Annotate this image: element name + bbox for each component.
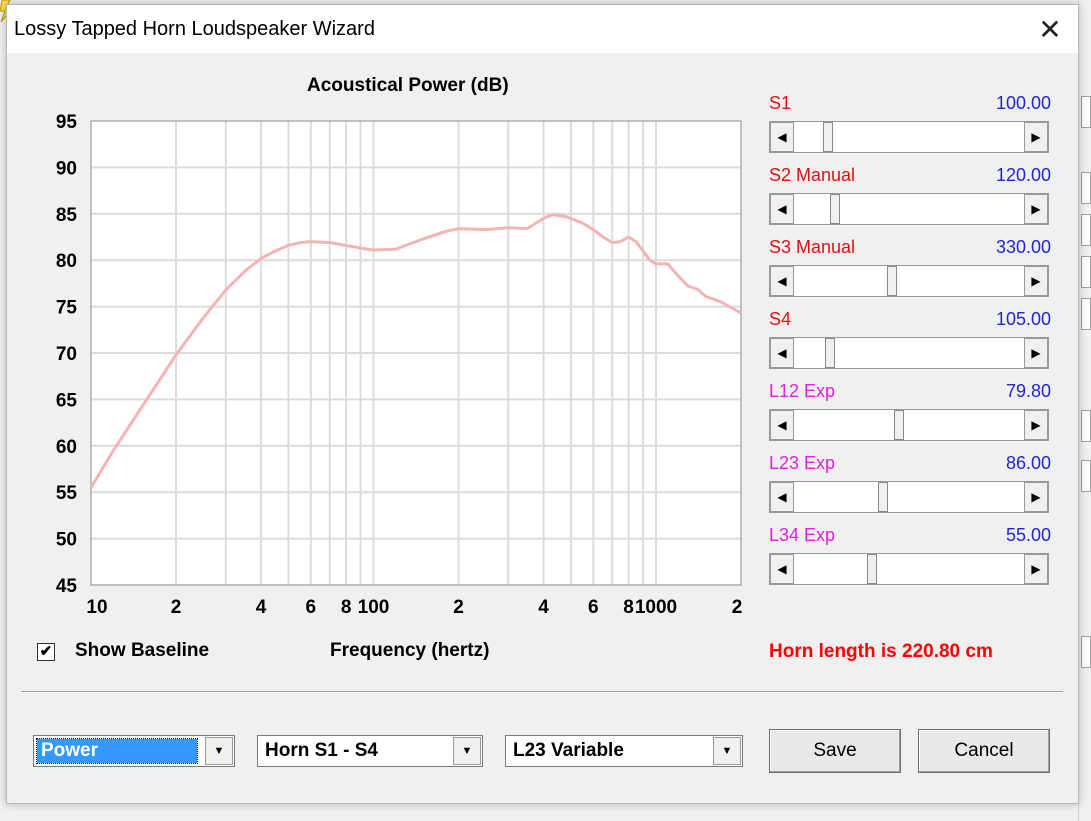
background-app-control <box>1081 410 1091 442</box>
slider-label: L12 Exp <box>769 381 836 401</box>
power-chart: 959085807570656055504510 2 4 6 8 100 2 4 6 8 1000 2 <box>56 112 743 618</box>
slider-scrollbar[interactable]: ◀ ▶ <box>769 553 1049 585</box>
y-tick-label: 95 <box>56 112 78 133</box>
slider-label: S3 Manual <box>769 237 856 257</box>
save-button[interactable]: Save <box>769 729 901 773</box>
scroll-left-icon[interactable]: ◀ <box>770 554 794 584</box>
slider-thumb[interactable] <box>878 482 889 512</box>
chevron-down-icon[interactable]: ▼ <box>205 737 233 765</box>
slider-thumb[interactable] <box>822 122 833 152</box>
slider-scrollbar[interactable]: ◀ ▶ <box>769 265 1049 297</box>
x-tick-label: 6 <box>306 597 317 618</box>
y-tick-label: 60 <box>56 437 77 458</box>
x-tick-label: 6 <box>588 597 599 618</box>
background-app-control <box>1081 96 1091 128</box>
plot-type-value: Power <box>36 738 198 764</box>
close-button[interactable]: ✕ <box>1022 5 1078 53</box>
scroll-right-icon[interactable]: ▶ <box>1024 554 1048 584</box>
variable-select[interactable]: L23 Variable ▼ <box>505 735 743 767</box>
x-axis-label: Frequency (hertz) <box>330 640 490 661</box>
scroll-right-icon[interactable]: ▶ <box>1024 410 1048 440</box>
slider-label: S2 Manual <box>769 165 856 185</box>
background-app-control <box>1081 636 1091 668</box>
scroll-right-icon[interactable]: ▶ <box>1024 482 1048 512</box>
wizard-dialog: Lossy Tapped Horn Loudspeaker Wizard ✕ A… <box>6 4 1079 804</box>
slider-scrollbar[interactable]: ◀ ▶ <box>769 409 1049 441</box>
x-tick-label: 4 <box>256 597 267 618</box>
scroll-left-icon[interactable]: ◀ <box>770 194 794 224</box>
y-tick-label: 85 <box>56 205 78 226</box>
slider-scrollbar[interactable]: ◀ ▶ <box>769 481 1049 513</box>
horn-length-status: Horn length is 220.80 cm <box>769 641 993 662</box>
slider-thumb[interactable] <box>867 554 878 584</box>
chevron-down-icon[interactable]: ▼ <box>713 737 741 765</box>
slider-label: L23 Exp <box>769 453 836 473</box>
slider-thumb[interactable] <box>893 410 904 440</box>
slider-value: 120.00 <box>995 165 1051 185</box>
slider-value: 86.00 <box>1005 453 1051 473</box>
scroll-left-icon[interactable]: ◀ <box>770 338 794 368</box>
x-tick-label: 10 <box>86 597 107 618</box>
y-tick-label: 70 <box>56 344 77 365</box>
slider-value: 79.80 <box>1005 381 1051 401</box>
x-tick-label: 8 <box>623 597 634 618</box>
x-tick-label: 8 <box>341 597 352 618</box>
slider-scrollbar[interactable]: ◀ ▶ <box>769 121 1049 153</box>
background-app-control <box>1081 256 1091 288</box>
save-button-label: Save <box>813 740 857 761</box>
x-tick-label: 1000 <box>635 597 677 618</box>
slider-value: 105.00 <box>995 309 1051 329</box>
slider-label: L34 Exp <box>769 525 836 545</box>
variable-select-value: L23 Variable <box>513 740 624 761</box>
y-tick-label: 75 <box>56 298 78 319</box>
show-baseline-label: Show Baseline <box>75 640 210 661</box>
scroll-right-icon[interactable]: ▶ <box>1024 122 1048 152</box>
cancel-button-label: Cancel <box>954 740 1014 761</box>
close-icon: ✕ <box>1038 13 1062 45</box>
horn-select[interactable]: Horn S1 - S4 ▼ <box>257 735 483 767</box>
scroll-left-icon[interactable]: ◀ <box>770 266 794 296</box>
y-tick-label: 80 <box>56 251 77 272</box>
scroll-left-icon[interactable]: ◀ <box>770 482 794 512</box>
background-app-control <box>1081 214 1091 246</box>
slider-thumb[interactable] <box>887 266 898 296</box>
chevron-down-icon[interactable]: ▼ <box>453 737 481 765</box>
slider-thumb[interactable] <box>825 338 836 368</box>
scroll-left-icon[interactable]: ◀ <box>770 122 794 152</box>
y-tick-label: 65 <box>56 390 78 411</box>
scroll-right-icon[interactable]: ▶ <box>1024 194 1048 224</box>
slider-label: S4 <box>769 309 792 329</box>
slider-value: 330.00 <box>995 237 1051 257</box>
x-tick-label: 100 <box>358 597 390 618</box>
x-tick-label: 4 <box>538 597 549 618</box>
x-tick-label: 2 <box>453 597 464 618</box>
cancel-button[interactable]: Cancel <box>918 729 1050 773</box>
y-tick-label: 45 <box>56 576 78 597</box>
background-app-control <box>1081 172 1091 204</box>
checkmark-icon: ✔ <box>39 643 53 660</box>
slider-thumb[interactable] <box>829 194 840 224</box>
y-tick-label: 55 <box>56 483 78 504</box>
slider-label: S1 <box>769 93 792 113</box>
slider-scrollbar[interactable]: ◀ ▶ <box>769 337 1049 369</box>
plot-type-select[interactable]: Power ▼ <box>33 735 235 767</box>
slider-value: 100.00 <box>995 93 1051 113</box>
divider <box>21 691 1063 693</box>
x-tick-label: 2 <box>171 597 182 618</box>
show-baseline-checkbox[interactable]: ✔ <box>37 643 55 661</box>
scroll-right-icon[interactable]: ▶ <box>1024 266 1048 296</box>
scroll-right-icon[interactable]: ▶ <box>1024 338 1048 368</box>
horn-select-value: Horn S1 - S4 <box>265 740 378 761</box>
y-tick-label: 90 <box>56 158 77 179</box>
background-app-control <box>1081 298 1091 330</box>
scroll-left-icon[interactable]: ◀ <box>770 410 794 440</box>
y-tick-label: 50 <box>56 530 77 551</box>
slider-value: 55.00 <box>1005 525 1051 545</box>
slider-scrollbar[interactable]: ◀ ▶ <box>769 193 1049 225</box>
background-app-control <box>1081 460 1091 492</box>
x-tick-label: 2 <box>732 597 743 618</box>
